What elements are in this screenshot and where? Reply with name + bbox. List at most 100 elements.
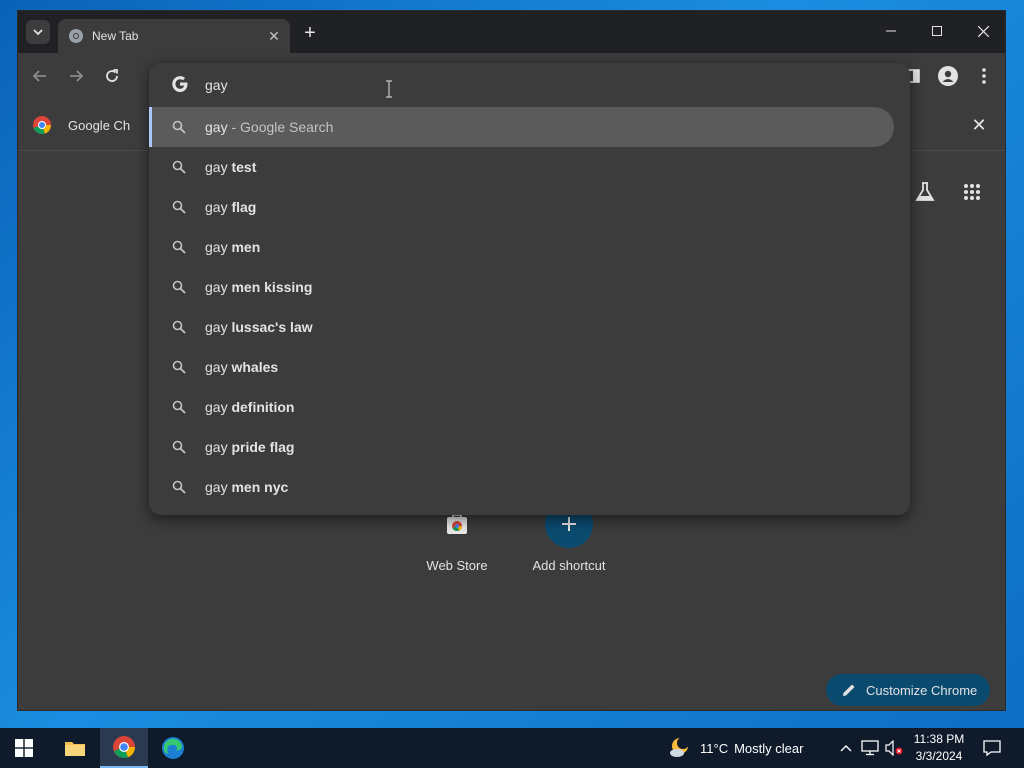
tab-strip: New Tab ✕ + <box>18 11 1005 53</box>
weather-widget[interactable]: 11°C Mostly clear <box>668 728 803 768</box>
suggestion-item[interactable]: gay definition <box>149 387 910 427</box>
suggestion-item[interactable]: gay men kissing <box>149 267 910 307</box>
reload-button[interactable] <box>100 64 124 88</box>
apps-grid-icon <box>964 184 980 200</box>
close-window-button[interactable] <box>960 17 1005 45</box>
chrome-logo-icon <box>113 736 136 758</box>
show-hidden-icons-button[interactable] <box>836 738 856 758</box>
windows-logo-icon <box>15 739 33 757</box>
omnibox-input-row[interactable]: gay <box>149 63 910 107</box>
forward-button[interactable] <box>64 64 88 88</box>
minimize-button[interactable] <box>868 17 914 45</box>
back-button[interactable] <box>28 64 52 88</box>
web-store-icon <box>447 514 467 534</box>
ibeam-cursor-icon <box>386 80 392 98</box>
profile-button[interactable] <box>936 64 960 88</box>
suggestion-text: gay men nyc <box>205 479 289 495</box>
suggestion-item[interactable]: gay whales <box>149 347 910 387</box>
suggestion-text: gay whales <box>205 359 279 375</box>
close-tab-icon[interactable]: ✕ <box>264 26 284 46</box>
tab-search-button[interactable] <box>26 20 50 44</box>
volume-muted-icon <box>885 740 903 756</box>
suggestion-list: gay - Google Search gay test gay flag ga… <box>149 107 910 507</box>
suggestion-text: gay pride flag <box>205 439 295 455</box>
edge-logo-icon <box>162 737 184 759</box>
chrome-logo-icon <box>33 116 52 135</box>
clock-time: 11:38 PM <box>913 732 965 746</box>
network-button[interactable] <box>860 738 880 758</box>
plus-icon <box>562 517 576 531</box>
suggestion-item[interactable]: gay flag <box>149 187 910 227</box>
notifications-button[interactable] <box>982 738 1002 758</box>
search-icon <box>171 239 187 255</box>
customize-chrome-button[interactable]: Customize Chrome <box>826 674 990 706</box>
chrome-taskbar-button[interactable] <box>100 728 148 768</box>
chrome-icon <box>68 28 84 44</box>
suggestion-item[interactable]: gay lussac's law <box>149 307 910 347</box>
search-icon <box>171 319 187 335</box>
chevron-down-icon <box>33 29 43 36</box>
notification-icon <box>983 740 1001 756</box>
tab-title: New Tab <box>92 29 139 43</box>
file-explorer-button[interactable] <box>51 728 99 768</box>
suggestion-text: gay men <box>205 239 261 255</box>
search-icon <box>171 399 187 415</box>
labs-button[interactable] <box>909 176 941 208</box>
suggestion-item[interactable]: gay pride flag <box>149 427 910 467</box>
suggestion-item[interactable]: gay men nyc <box>149 467 910 507</box>
folder-icon <box>65 742 85 756</box>
search-icon <box>171 159 187 175</box>
google-g-icon <box>172 76 188 92</box>
suggestion-text: gay definition <box>205 399 295 415</box>
omnibox-input[interactable]: gay <box>205 77 228 93</box>
weather-condition: Mostly clear <box>734 740 804 756</box>
edge-taskbar-button[interactable] <box>149 728 197 768</box>
suggestion-text: gay men kissing <box>205 279 313 295</box>
network-icon <box>861 740 879 756</box>
customize-chrome-label: Customize Chrome <box>866 682 978 698</box>
shortcut-label: Add shortcut <box>532 558 606 573</box>
search-icon <box>171 479 187 495</box>
more-vert-icon <box>982 68 986 84</box>
suggestion-text: gay - Google Search <box>205 119 334 135</box>
new-tab-button[interactable]: + <box>298 21 322 45</box>
shortcut-label: Web Store <box>426 558 488 573</box>
close-infobar-button[interactable]: ✕ <box>969 115 989 135</box>
suggestion-item[interactable]: gay men <box>149 227 910 267</box>
bookmark-label: Google Ch <box>68 117 131 133</box>
forward-arrow-icon <box>70 70 84 82</box>
chevron-up-icon <box>840 745 852 752</box>
search-icon <box>171 279 187 295</box>
clock-date: 3/3/2024 <box>915 749 963 763</box>
profile-avatar-icon <box>938 66 958 86</box>
taskbar: 11°C Mostly clear 11:38 PM 3/3/2024 <box>0 728 1024 768</box>
suggestion-text: gay test <box>205 159 257 175</box>
omnibox-dropdown: gay gay - Google Search gay test gay fla… <box>149 63 910 515</box>
tab-new-tab[interactable]: New Tab ✕ <box>58 19 290 53</box>
maximize-button[interactable] <box>914 17 960 45</box>
reload-icon <box>106 69 118 82</box>
search-icon <box>171 199 187 215</box>
suggestion-item[interactable]: gay - Google Search <box>149 107 894 147</box>
suggestion-item[interactable]: gay test <box>149 147 910 187</box>
moon-cloud-icon <box>670 737 689 757</box>
search-icon <box>171 439 187 455</box>
close-icon <box>977 25 989 37</box>
chrome-window: New Tab ✕ + Google Ch ✕ Web Store Add sh… <box>17 10 1006 711</box>
search-icon <box>171 359 187 375</box>
back-arrow-icon <box>32 70 46 82</box>
suggestion-text: gay flag <box>205 199 257 215</box>
clock[interactable]: 11:38 PM 3/3/2024 <box>906 731 972 765</box>
minimize-icon <box>886 30 896 32</box>
bookmark-google-chrome[interactable]: Google Ch <box>32 113 130 137</box>
google-apps-button[interactable] <box>956 176 988 208</box>
search-icon <box>171 119 187 135</box>
suggestion-text: gay lussac's law <box>205 319 313 335</box>
maximize-icon <box>932 26 942 36</box>
pencil-icon <box>843 684 855 696</box>
start-button[interactable] <box>0 728 48 768</box>
flask-icon <box>915 182 935 201</box>
weather-temp: 11°C <box>700 740 729 756</box>
menu-button[interactable] <box>972 64 996 88</box>
volume-button[interactable] <box>884 738 904 758</box>
